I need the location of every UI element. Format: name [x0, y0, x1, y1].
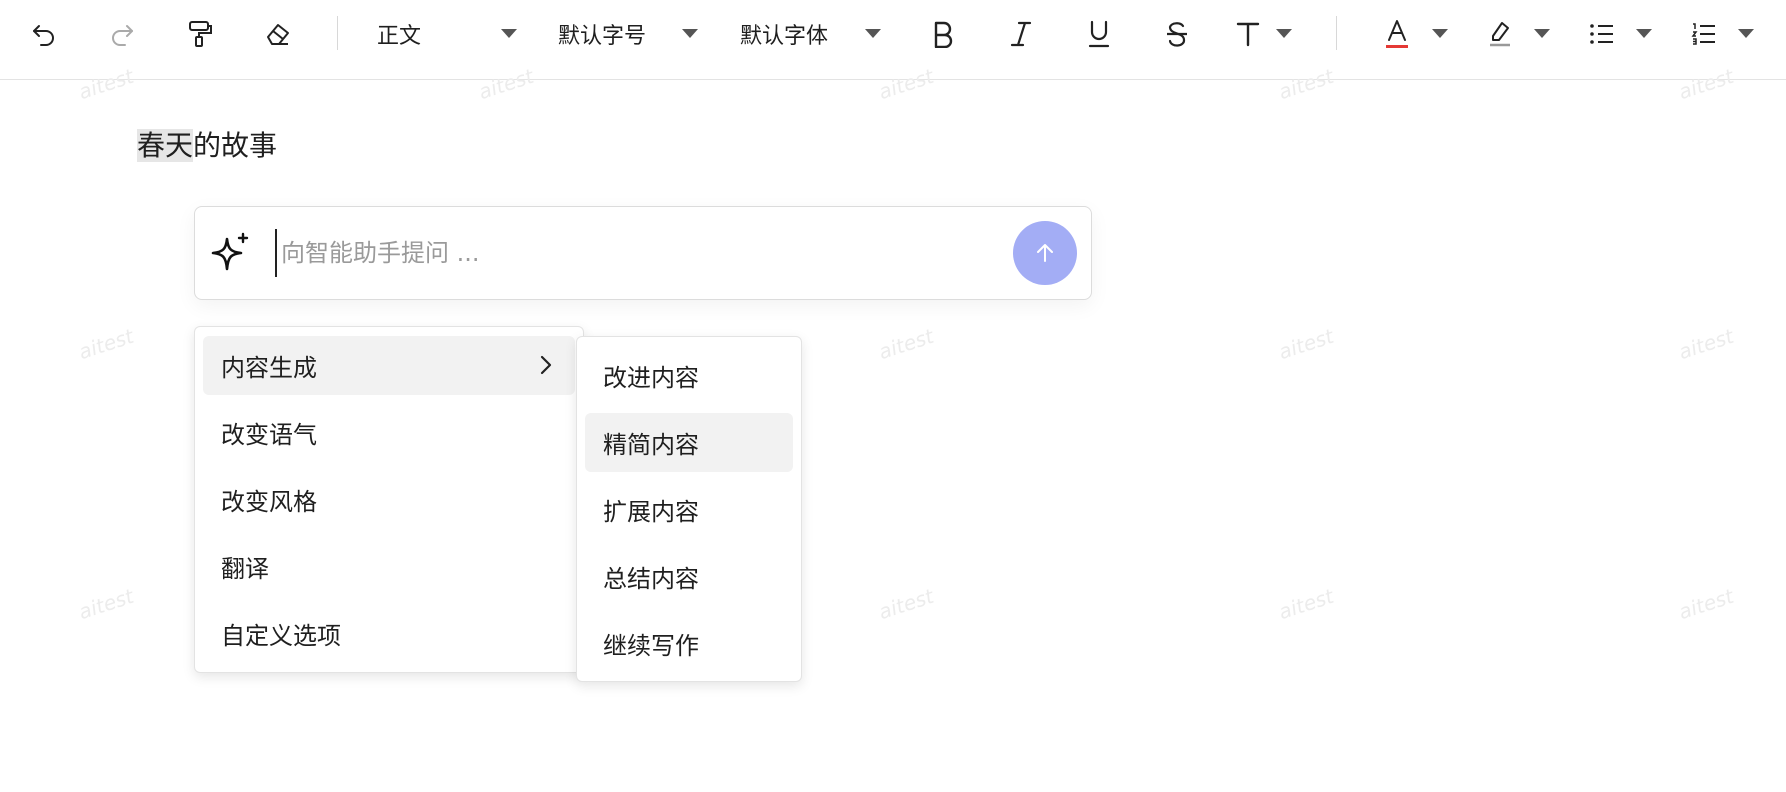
highlight-icon[interactable]: [1478, 12, 1522, 56]
watermark-text: aitest: [75, 323, 137, 365]
text-style-icon[interactable]: [1226, 12, 1270, 56]
chevron-right-icon: [540, 355, 552, 375]
watermark-text: aitest: [75, 583, 137, 625]
menu-item-translate[interactable]: 翻译: [203, 537, 575, 596]
editor-toolbar: 正文 默认字号 默认字体: [0, 0, 1786, 80]
menu-item-label: 翻译: [221, 555, 269, 583]
eraser-icon[interactable]: [256, 12, 300, 56]
toolbar-divider: [1336, 16, 1337, 50]
ai-assistant-box: [194, 206, 1092, 300]
underline-icon[interactable]: [1077, 12, 1121, 56]
submenu-item-label: 继续写作: [603, 632, 699, 660]
menu-item-label: 改变语气: [221, 421, 317, 449]
menu-item-content-generation[interactable]: 内容生成: [203, 336, 575, 395]
chevron-down-icon[interactable]: [865, 29, 881, 38]
watermark-text: aitest: [1675, 583, 1737, 625]
send-button[interactable]: [1013, 221, 1077, 285]
italic-icon[interactable]: [999, 12, 1043, 56]
font-family-select[interactable]: 默认字体: [740, 12, 828, 56]
bullet-list-icon[interactable]: [1580, 12, 1624, 56]
font-color-icon[interactable]: [1375, 12, 1419, 56]
submenu-item-label: 扩展内容: [603, 498, 699, 526]
menu-item-custom-options[interactable]: 自定义选项: [203, 604, 575, 663]
menu-item-label: 自定义选项: [221, 622, 341, 650]
watermark-text: aitest: [1275, 583, 1337, 625]
menu-item-change-tone[interactable]: 改变语气: [203, 403, 575, 462]
title-text[interactable]: 的故事: [193, 129, 277, 162]
format-painter-icon[interactable]: [178, 12, 222, 56]
submenu-item-expand[interactable]: 扩展内容: [585, 480, 793, 539]
selected-text[interactable]: 春天: [137, 129, 194, 162]
watermark-text: aitest: [875, 583, 937, 625]
watermark-text: aitest: [1275, 323, 1337, 365]
redo-icon[interactable]: [100, 12, 144, 56]
submenu-item-label: 改进内容: [603, 364, 699, 392]
arrow-up-icon: [1037, 244, 1053, 262]
chevron-down-icon[interactable]: [1636, 29, 1652, 38]
submenu-item-summarize[interactable]: 总结内容: [585, 547, 793, 606]
chevron-down-icon[interactable]: [1534, 29, 1550, 38]
submenu-item-improve[interactable]: 改进内容: [585, 346, 793, 405]
menu-item-change-style[interactable]: 改变风格: [203, 470, 575, 529]
menu-item-label: 内容生成: [221, 354, 317, 382]
bold-icon[interactable]: [921, 12, 965, 56]
submenu-item-continue-writing[interactable]: 继续写作: [585, 614, 793, 673]
submenu-item-label: 总结内容: [603, 565, 699, 593]
numbered-list-icon[interactable]: [1682, 12, 1726, 56]
document-title[interactable]: 春天的故事: [137, 128, 277, 164]
chevron-down-icon[interactable]: [501, 29, 517, 38]
strikethrough-icon[interactable]: [1155, 12, 1199, 56]
watermark-text: aitest: [875, 323, 937, 365]
chevron-down-icon[interactable]: [1276, 29, 1292, 38]
content-generation-submenu: 改进内容 精简内容 扩展内容 总结内容 继续写作: [576, 336, 802, 682]
chevron-down-icon[interactable]: [682, 29, 698, 38]
chevron-down-icon[interactable]: [1738, 29, 1754, 38]
sparkle-icon: [209, 231, 253, 275]
ai-prompt-input[interactable]: [275, 229, 995, 277]
ai-action-menu: 内容生成 改变语气 改变风格 翻译 自定义选项: [194, 326, 584, 673]
watermark-text: aitest: [1675, 323, 1737, 365]
menu-item-label: 改变风格: [221, 488, 317, 516]
toolbar-divider: [337, 16, 338, 50]
paragraph-style-select[interactable]: 正文: [377, 12, 421, 56]
undo-icon[interactable]: [22, 12, 66, 56]
submenu-item-label: 精简内容: [603, 431, 699, 459]
font-size-select[interactable]: 默认字号: [558, 12, 646, 56]
submenu-item-condense[interactable]: 精简内容: [585, 413, 793, 472]
chevron-down-icon[interactable]: [1432, 29, 1448, 38]
